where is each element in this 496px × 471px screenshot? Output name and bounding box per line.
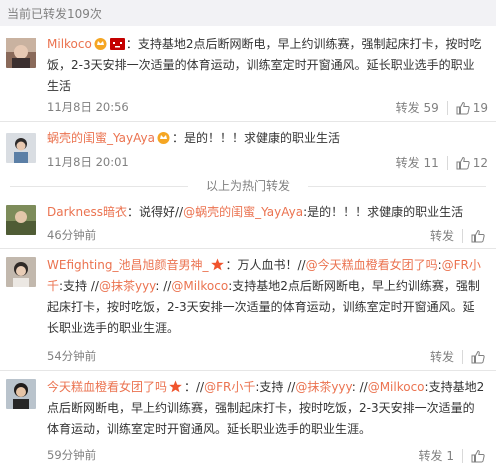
divider-line	[308, 186, 486, 187]
colon-text: ：	[171, 131, 184, 145]
repost-text: 是的！！！求健康的职业生活	[184, 131, 341, 145]
user-name-link[interactable]: Milkoco	[47, 37, 92, 51]
like-thumb-icon	[456, 156, 470, 169]
divider-line	[10, 186, 188, 187]
repost-button[interactable]: 转发	[430, 348, 454, 365]
member-crown-icon[interactable]	[156, 130, 171, 144]
like-thumb-icon	[471, 350, 485, 363]
user-name-link[interactable]: 今天糕血橙看女团了吗	[47, 380, 167, 394]
repost-count-bar: 当前已转发109次	[0, 0, 496, 26]
verified-badge-icon[interactable]	[168, 379, 183, 393]
post-actions: 转发	[430, 348, 488, 365]
repost-item: 今天糕血橙看女团了吗 ：//@FR小千:支持 //@抹茶yyy: //@Milko…	[0, 371, 496, 471]
repost-content: Milkoco ：支持基地2点后断网断电，早上约训练赛，强制起床打卡，按时吃饭，2…	[47, 34, 486, 97]
repost-text: : //	[155, 279, 172, 293]
action-separator	[462, 349, 463, 364]
repost-content: WEfighting_池昌旭颜音男神_ ：万人血书！//@今天糕血橙看女团了吗:@…	[47, 255, 486, 339]
post-time[interactable]: 11月8日 20:56	[47, 99, 129, 115]
action-separator	[446, 100, 448, 115]
repost-content: 今天糕血橙看女团了吗 ：//@FR小千:支持 //@抹茶yyy: //@Milko…	[47, 377, 486, 440]
avatar[interactable]	[6, 257, 36, 287]
post-time[interactable]: 11月8日 20:01	[47, 154, 129, 170]
repost-item: 蜗壳的闺蜜_YayAya ：是的！！！求健康的职业生活 11月8日 20:01 转…	[0, 122, 496, 177]
post-time[interactable]: 46分钟前	[47, 227, 96, 243]
post-actions: 转发	[430, 227, 488, 244]
post-actions: 转发 59 19	[396, 99, 488, 116]
mention-link[interactable]: @Milkoco	[368, 380, 425, 394]
repost-item: WEfighting_池昌旭颜音男神_ ：万人血书！//@今天糕血橙看女团了吗:@…	[0, 249, 496, 371]
hot-divider-text: 以上为热门转发	[205, 179, 290, 193]
mention-link[interactable]: @抹茶yyy	[99, 279, 155, 293]
avatar[interactable]	[6, 38, 36, 68]
post-actions: 转发 1	[419, 447, 488, 464]
like-thumb-icon	[471, 449, 485, 462]
mention-link[interactable]: @蜗壳的闺蜜_YayAya	[183, 205, 303, 219]
repost-button[interactable]: 转发	[430, 227, 454, 244]
like-thumb-icon	[471, 229, 485, 242]
mention-link[interactable]: @FR小千	[204, 380, 255, 394]
user-name-link[interactable]: WEfighting_池昌旭颜音男神_	[47, 258, 209, 272]
like-button[interactable]	[471, 449, 488, 463]
repost-text: : //	[351, 380, 368, 394]
colon-text: ：	[125, 37, 138, 51]
post-time[interactable]: 54分钟前	[47, 348, 96, 364]
hot-reposts-divider: 以上为热门转发	[0, 177, 496, 195]
repost-text: :支持 //	[255, 380, 296, 394]
repost-text: ：万人血书！//	[225, 258, 306, 272]
verified-badge-icon[interactable]	[210, 257, 225, 271]
like-button[interactable]	[471, 350, 488, 364]
mention-link[interactable]: @今天糕血橙看女团了吗	[306, 258, 438, 272]
mention-link[interactable]: @Milkoco	[171, 279, 228, 293]
like-button[interactable]: 19	[456, 101, 488, 115]
repost-item: Milkoco ：支持基地2点后断网断电，早上约训练赛，强制起床打卡，按时吃饭，2…	[0, 26, 496, 122]
like-button[interactable]	[471, 229, 488, 243]
post-time[interactable]: 59分钟前	[47, 447, 96, 463]
avatar[interactable]	[6, 133, 36, 163]
user-name-link[interactable]: 蜗壳的闺蜜_YayAya	[47, 131, 155, 145]
repost-button[interactable]: 转发 11	[396, 154, 439, 171]
tmall-badge-icon[interactable]	[109, 36, 125, 50]
avatar[interactable]	[6, 379, 36, 409]
repost-button[interactable]: 转发 1	[419, 447, 454, 464]
like-thumb-icon	[456, 101, 470, 114]
post-actions: 转发 11 12	[396, 154, 488, 171]
repost-text: ：说得好//	[126, 205, 184, 219]
repost-text: ：//	[184, 380, 205, 394]
like-button[interactable]: 12	[456, 156, 488, 170]
member-crown-icon[interactable]	[93, 36, 108, 50]
mention-link[interactable]: @抹茶yyy	[295, 380, 351, 394]
repost-text: :是的！！！求健康的职业生活	[303, 205, 464, 219]
action-separator	[446, 155, 448, 170]
repost-item: Darkness暗衣：说得好//@蜗壳的闺蜜_YayAya:是的！！！求健康的职…	[0, 197, 496, 249]
action-separator	[462, 228, 463, 243]
repost-content: Darkness暗衣：说得好//@蜗壳的闺蜜_YayAya:是的！！！求健康的职…	[47, 202, 486, 223]
repost-count-text: 当前已转发109次	[7, 7, 102, 21]
like-count: 19	[472, 100, 488, 115]
like-count: 12	[472, 155, 488, 170]
action-separator	[462, 448, 463, 463]
repost-button[interactable]: 转发 59	[396, 99, 439, 116]
repost-content: 蜗壳的闺蜜_YayAya ：是的！！！求健康的职业生活	[47, 128, 486, 149]
user-name-link[interactable]: Darkness暗衣	[47, 205, 127, 219]
repost-text: :支持 //	[59, 279, 99, 293]
avatar[interactable]	[6, 205, 36, 235]
